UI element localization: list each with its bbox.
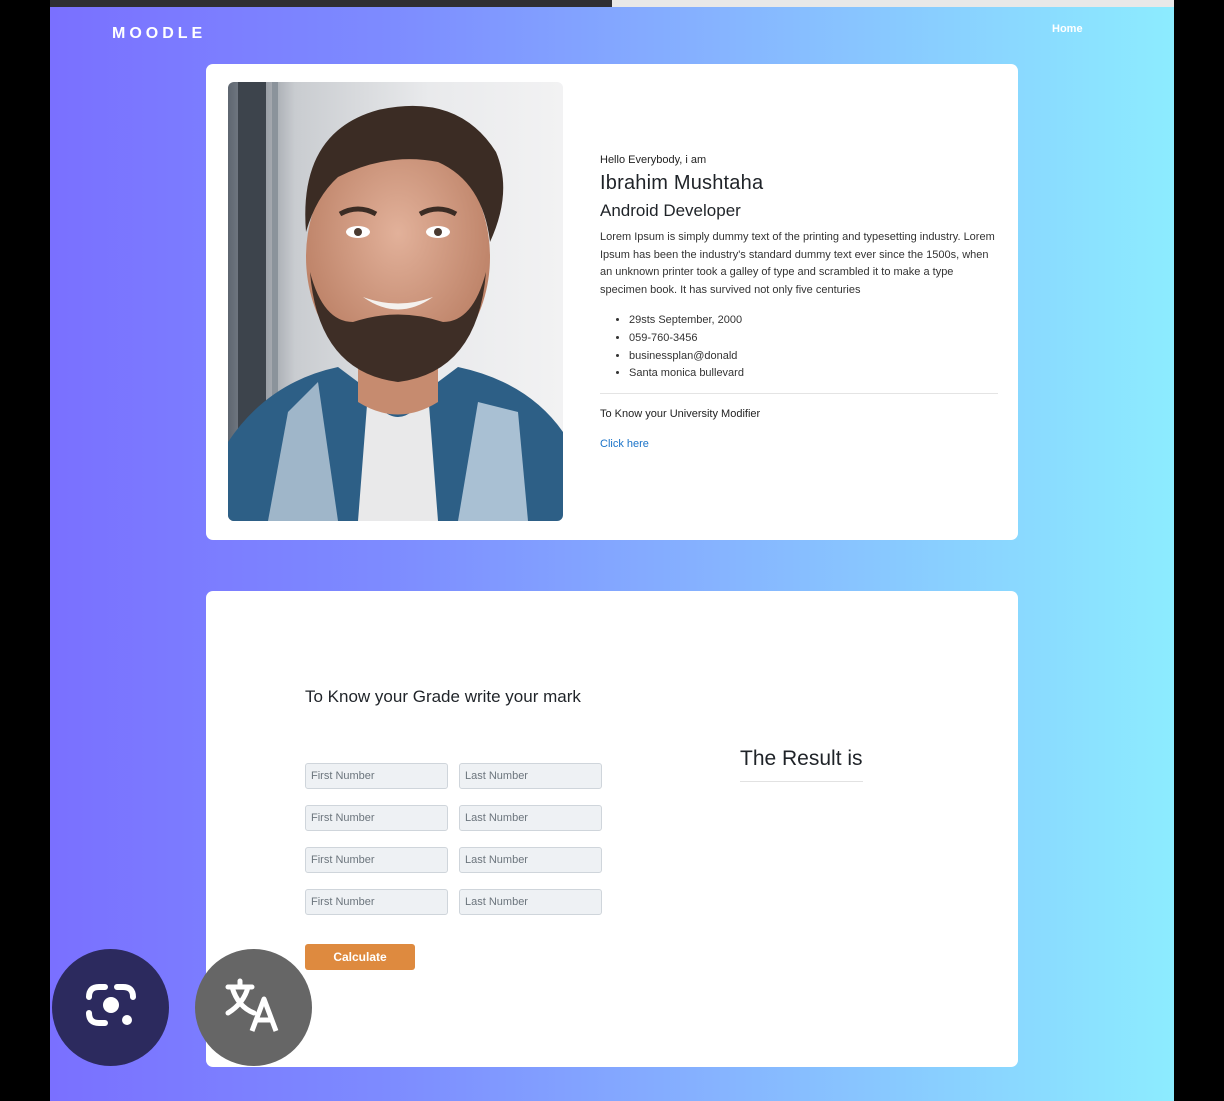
last-number-input[interactable] [459, 847, 602, 873]
section-divider [600, 392, 998, 394]
input-row [305, 889, 602, 915]
fact-address: Santa monica bullevard [629, 365, 998, 383]
greeting-text: Hello Everybody, i am [600, 154, 707, 166]
first-number-input[interactable] [305, 889, 448, 915]
nav-home-link[interactable]: Home [1052, 23, 1083, 35]
profile-facts-list: 29sts September, 2000 059-760-3456 busin… [600, 312, 998, 382]
fact-phone: 059-760-3456 [629, 330, 998, 348]
top-strip-dark [50, 0, 612, 7]
fact-birthdate: 29sts September, 2000 [629, 312, 998, 330]
result-title: The Result is [740, 747, 863, 782]
calculate-button[interactable]: Calculate [305, 944, 415, 970]
page-background: MOODLE Home Hello Everybody, i am Ibrahi… [50, 7, 1174, 1101]
input-row [305, 763, 602, 789]
profile-photo [228, 82, 563, 521]
first-number-input[interactable] [305, 847, 448, 873]
modifier-title: To Know your University Modifier [600, 407, 761, 420]
translate-button[interactable] [195, 949, 312, 1066]
bio-section: Hello Everybody, i am Ibrahim Mushtaha A… [600, 154, 998, 452]
fact-email: businessplan@donald [629, 348, 998, 366]
input-row [305, 847, 602, 873]
top-strip-light [612, 0, 1174, 7]
profile-role: Android Developer [600, 201, 741, 220]
last-number-input[interactable] [459, 805, 602, 831]
last-number-input[interactable] [459, 763, 602, 789]
translate-icon [222, 973, 286, 1042]
brand-logo[interactable]: MOODLE [112, 25, 206, 43]
grade-inputs [305, 763, 602, 931]
profile-card: Hello Everybody, i am Ibrahim Mushtaha A… [206, 64, 1018, 540]
profile-description: Lorem Ipsum is simply dummy text of the … [600, 231, 995, 296]
profile-name: Ibrahim Mushtaha [600, 172, 764, 194]
grade-title: To Know your Grade write your mark [305, 687, 581, 706]
grade-card: To Know your Grade write your mark Calcu… [206, 591, 1018, 1067]
lens-button[interactable] [52, 949, 169, 1066]
first-number-input[interactable] [305, 805, 448, 831]
click-here-link[interactable]: Click here [600, 438, 649, 450]
camera-lens-icon [81, 975, 141, 1040]
input-row [305, 805, 602, 831]
last-number-input[interactable] [459, 889, 602, 915]
first-number-input[interactable] [305, 763, 448, 789]
